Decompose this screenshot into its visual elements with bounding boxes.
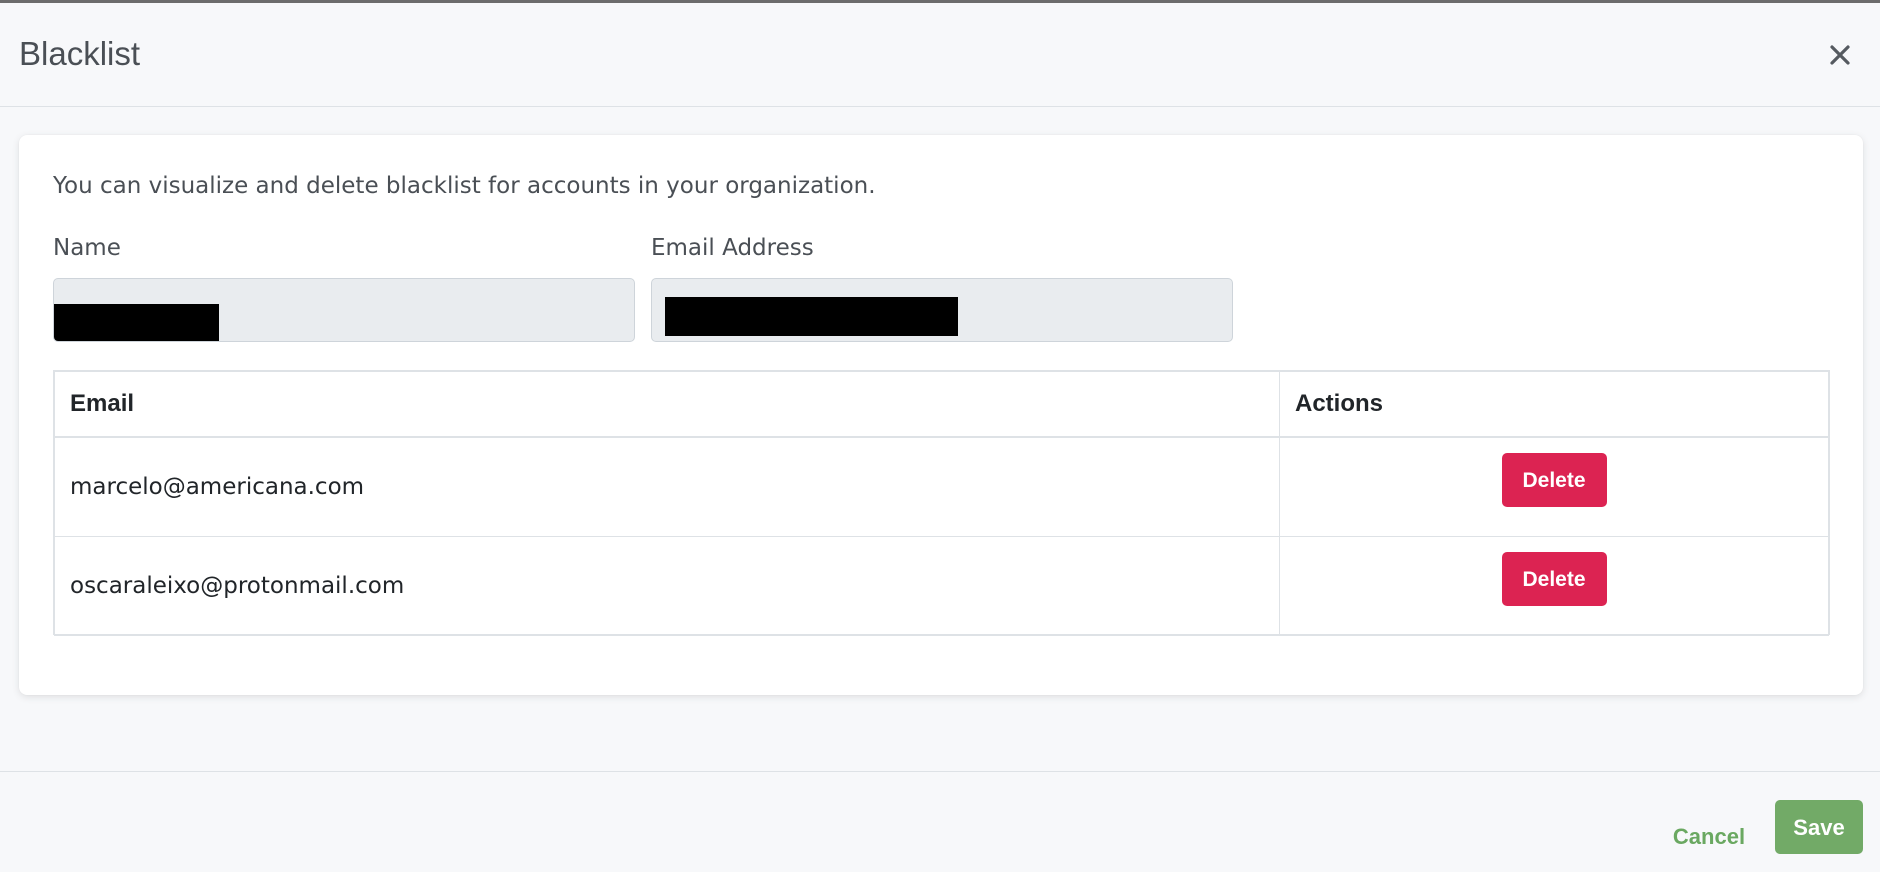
name-field[interactable] bbox=[53, 278, 635, 342]
cancel-button[interactable]: Cancel bbox=[1664, 811, 1754, 861]
email-address-label: Email Address bbox=[651, 235, 814, 261]
action-cell: Delete bbox=[1279, 536, 1829, 636]
modal-body: You can visualize and delete blacklist f… bbox=[0, 108, 1880, 770]
action-cell: Delete bbox=[1279, 436, 1829, 537]
blacklist-card: You can visualize and delete blacklist f… bbox=[19, 135, 1863, 695]
redacted-email bbox=[665, 297, 958, 336]
delete-button[interactable]: Delete bbox=[1501, 552, 1607, 606]
redacted-name bbox=[54, 304, 219, 341]
close-icon bbox=[1830, 45, 1850, 65]
email-cell: oscaraleixo@protonmail.com bbox=[54, 536, 1280, 636]
blacklist-table: Email Actions marcelo@americana.com Dele… bbox=[53, 370, 1830, 636]
actions-column-header: Actions bbox=[1279, 371, 1829, 438]
modal-title: Blacklist bbox=[19, 35, 141, 72]
delete-button[interactable]: Delete bbox=[1501, 453, 1607, 507]
table-header-row: Email Actions bbox=[54, 371, 1829, 438]
email-cell: marcelo@americana.com bbox=[54, 436, 1280, 537]
name-label: Name bbox=[53, 235, 121, 261]
save-button[interactable]: Save bbox=[1775, 800, 1863, 854]
modal-footer: Cancel Save bbox=[0, 771, 1880, 872]
description-text: You can visualize and delete blacklist f… bbox=[53, 173, 876, 199]
modal-header: Blacklist bbox=[0, 3, 1880, 107]
email-column-header: Email bbox=[54, 371, 1280, 438]
email-field[interactable] bbox=[651, 278, 1233, 342]
table-row: marcelo@americana.com Delete bbox=[54, 436, 1829, 537]
close-button[interactable] bbox=[1822, 37, 1858, 73]
table-row: oscaraleixo@protonmail.com Delete bbox=[54, 536, 1829, 636]
